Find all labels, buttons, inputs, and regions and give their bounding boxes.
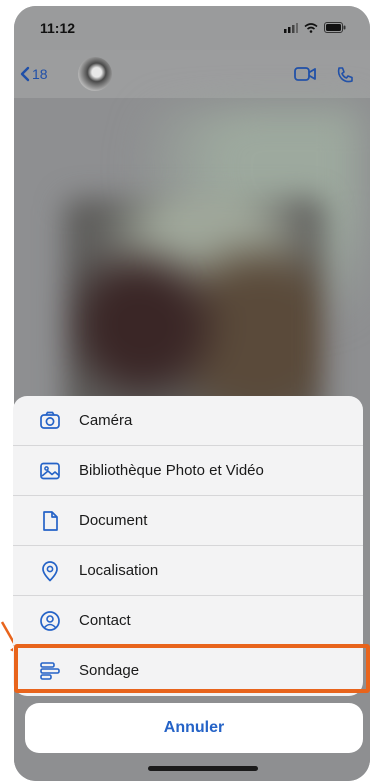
cancel-label: Annuler bbox=[163, 719, 225, 736]
video-call-icon[interactable] bbox=[294, 66, 316, 82]
location-icon bbox=[42, 561, 58, 582]
unread-count: 18 bbox=[32, 66, 48, 82]
blurred-media-message bbox=[64, 198, 324, 428]
status-time: 11:12 bbox=[40, 20, 76, 36]
menu-item-label: Bibliothèque Photo et Vidéo bbox=[79, 462, 264, 479]
status-icons bbox=[284, 22, 346, 33]
wifi-icon bbox=[304, 22, 318, 33]
contact-icon bbox=[40, 611, 60, 631]
menu-item-label: Contact bbox=[79, 612, 131, 629]
menu-item-document[interactable]: Document bbox=[13, 496, 363, 546]
home-indicator bbox=[148, 766, 258, 771]
signal-icon bbox=[284, 22, 298, 33]
chat-header: 18 bbox=[14, 50, 370, 98]
back-button[interactable]: 18 bbox=[20, 66, 48, 82]
menu-item-photo-library[interactable]: Bibliothèque Photo et Vidéo bbox=[13, 446, 363, 496]
status-bar: 11:12 bbox=[14, 6, 370, 50]
camera-icon bbox=[40, 411, 60, 429]
chevron-left-icon bbox=[20, 66, 30, 82]
call-actions bbox=[294, 66, 354, 84]
cancel-button[interactable]: Annuler bbox=[25, 703, 363, 753]
photo-library-icon bbox=[40, 462, 60, 480]
battery-icon bbox=[324, 22, 346, 33]
menu-item-camera[interactable]: Caméra bbox=[13, 396, 363, 446]
menu-item-contact[interactable]: Contact bbox=[13, 596, 363, 646]
menu-item-label: Caméra bbox=[79, 412, 133, 429]
menu-item-label: Localisation bbox=[79, 562, 159, 579]
annotation-highlight-box bbox=[14, 644, 370, 693]
menu-item-location[interactable]: Localisation bbox=[13, 546, 363, 596]
document-icon bbox=[43, 511, 58, 531]
phone-call-icon[interactable] bbox=[336, 66, 354, 84]
menu-item-label: Document bbox=[79, 512, 148, 529]
avatar[interactable] bbox=[78, 57, 112, 91]
